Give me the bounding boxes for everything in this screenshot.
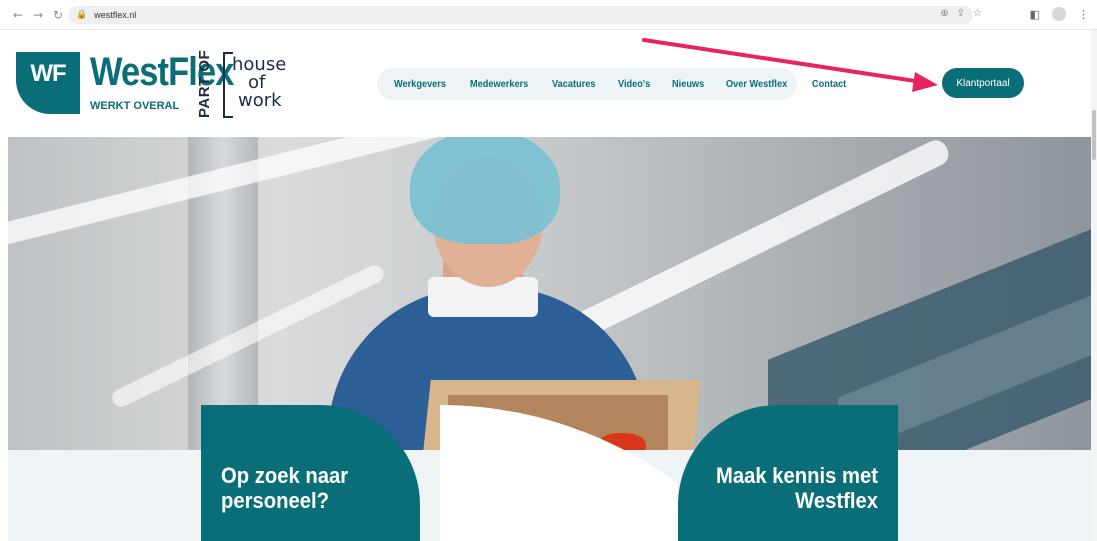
nav-contact[interactable]: Contact: [812, 79, 846, 90]
share-icon[interactable]: ⇪: [957, 8, 965, 19]
brand-tagline: WERKT OVERAL: [90, 100, 180, 112]
nav-werkgevers[interactable]: Werkgevers: [394, 79, 446, 90]
browser-actions: ◧ ⋮: [1030, 7, 1089, 21]
worker-hairnet: [410, 137, 560, 244]
card-personeel-title: Op zoek naar personeel?: [221, 463, 349, 513]
browser-toolbar: ← → ↻ 🔒 westflex.nl ⊕ ⇪ ☆ ◧ ⋮: [0, 0, 1097, 30]
klantportaal-button[interactable]: Klantportaal: [942, 68, 1024, 98]
zoom-icon[interactable]: ⊕: [940, 8, 948, 19]
westflex-logo-mark[interactable]: WF: [16, 52, 80, 114]
center-curve-shape: [440, 405, 678, 541]
url-text: westflex.nl: [94, 10, 137, 20]
profile-icon[interactable]: [1052, 7, 1066, 21]
star-icon[interactable]: ☆: [973, 8, 982, 19]
house-of-work-work: work: [238, 90, 282, 111]
main-navigation: Werkgevers Medewerkers Vacatures Video's…: [377, 68, 846, 100]
scrollbar-thumb[interactable]: [1092, 110, 1096, 160]
card-kennis-title: Maak kennis met Westflex: [716, 463, 878, 513]
hero-image: [8, 137, 1091, 450]
nav-over-westflex[interactable]: Over Westflex: [726, 79, 787, 90]
nav-nieuws[interactable]: Nieuws: [672, 79, 704, 90]
reload-icon[interactable]: ↻: [50, 7, 66, 23]
logo-mark-text: WF: [30, 60, 66, 87]
lock-icon: 🔒: [76, 10, 88, 20]
page-scrollbar[interactable]: [1091, 30, 1097, 541]
nav-medewerkers[interactable]: Medewerkers: [470, 79, 528, 90]
menu-icon[interactable]: ⋮: [1078, 8, 1089, 21]
part-of-label: PART OF: [196, 49, 213, 118]
nav-videos[interactable]: Video's: [618, 79, 650, 90]
forward-icon[interactable]: →: [30, 7, 46, 23]
back-icon[interactable]: ←: [10, 7, 26, 23]
sidepanel-icon[interactable]: ◧: [1030, 8, 1040, 21]
nav-vacatures[interactable]: Vacatures: [552, 79, 595, 90]
omnibox-actions: ⊕ ⇪ ☆: [940, 8, 982, 19]
address-bar[interactable]: 🔒 westflex.nl: [68, 6, 973, 24]
